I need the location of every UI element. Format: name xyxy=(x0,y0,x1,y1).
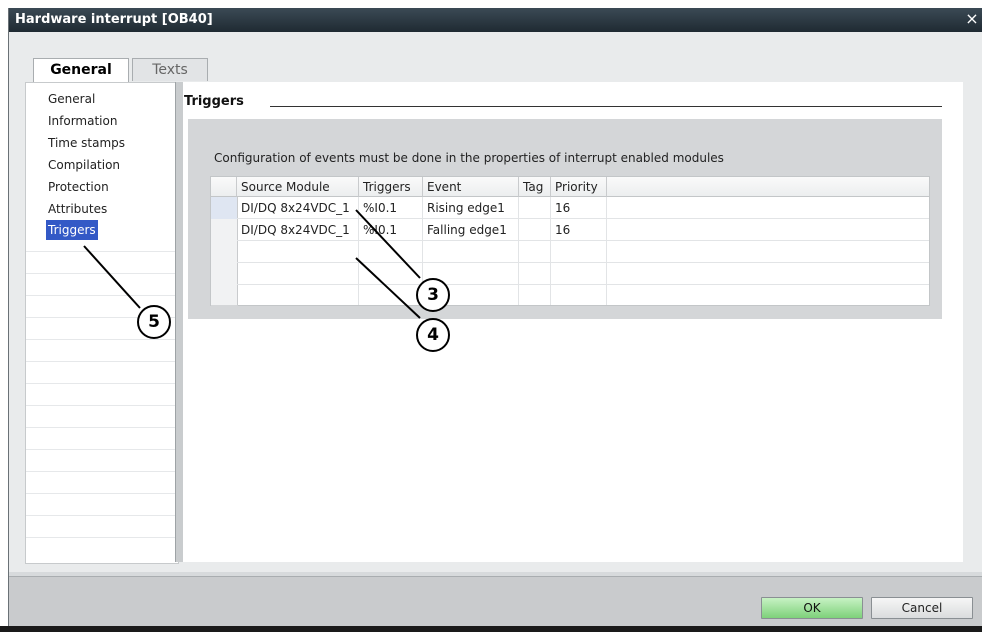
callout-3: 3 xyxy=(416,278,450,312)
callout-5-line xyxy=(83,245,141,309)
callout-5: 5 xyxy=(137,305,171,339)
bottom-edge xyxy=(0,626,982,632)
callout-4: 4 xyxy=(416,318,450,352)
